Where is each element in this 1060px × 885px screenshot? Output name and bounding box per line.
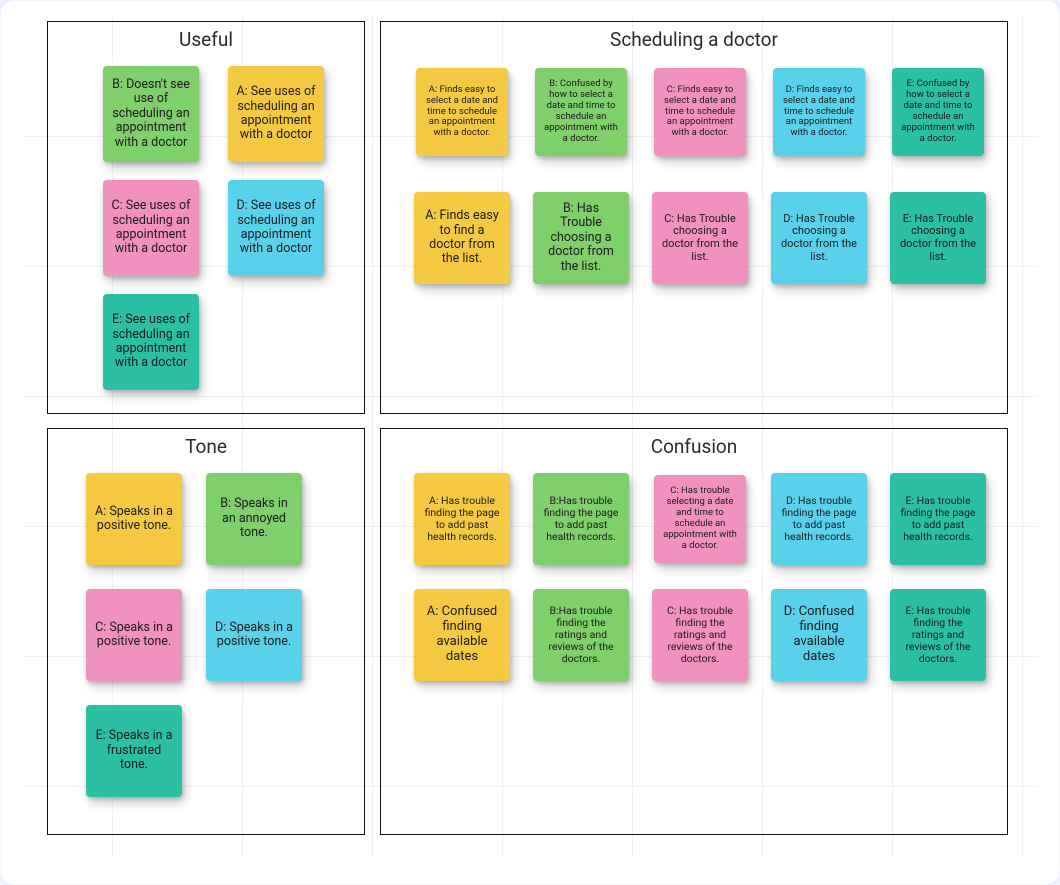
sticky-text: A: See uses of scheduling an appointment… <box>236 85 316 143</box>
sticky-useful-b[interactable]: B: Doesn't see use of scheduling an appo… <box>103 66 199 162</box>
sticky-conf-r1-d[interactable]: D: Has trouble finding the page to add p… <box>771 473 867 565</box>
sticky-sched-r1-a[interactable]: A: Finds easy to select a date and time … <box>416 68 508 156</box>
sticky-text: E: See uses of scheduling an appointment… <box>111 313 191 371</box>
sticky-text: E: Confused by how to select a date and … <box>900 79 976 145</box>
sticky-sched-r1-b[interactable]: B: Confused by how to select a date and … <box>535 68 627 156</box>
sticky-text: D: Has trouble finding the page to add p… <box>779 495 859 543</box>
sticky-text: C: Speaks in a positive tone. <box>94 621 174 650</box>
sticky-conf-r2-e[interactable]: E: Has trouble finding the ratings and r… <box>890 589 986 681</box>
sticky-text: D: Confused finding available dates <box>779 605 859 665</box>
sticky-conf-r1-b[interactable]: B:Has trouble finding the page to add pa… <box>533 473 629 565</box>
sticky-text: A: Finds easy to select a date and time … <box>424 85 500 140</box>
sticky-conf-r1-e[interactable]: E: Has trouble finding the page to add p… <box>890 473 986 565</box>
sticky-tone-e[interactable]: E: Speaks in a frustrated tone. <box>86 705 182 797</box>
sticky-tone-c[interactable]: C: Speaks in a positive tone. <box>86 589 182 681</box>
sticky-conf-r2-a[interactable]: A: Confused finding available dates <box>414 589 510 681</box>
sticky-tone-a[interactable]: A: Speaks in a positive tone. <box>86 473 182 565</box>
sticky-conf-r1-c[interactable]: C: Has trouble selecting a date and time… <box>654 475 746 563</box>
sticky-sched-r1-e[interactable]: E: Confused by how to select a date and … <box>892 68 984 156</box>
sticky-conf-r1-a[interactable]: A: Has trouble finding the page to add p… <box>414 473 510 565</box>
sticky-sched-r1-d[interactable]: D: Finds easy to select a date and time … <box>773 68 865 156</box>
group-scheduling[interactable]: Scheduling a doctor A: Finds easy to sel… <box>380 21 1008 414</box>
sticky-text: C: Has trouble finding the ratings and r… <box>660 605 740 665</box>
group-title-tone: Tone <box>48 435 364 458</box>
sticky-text: A: Speaks in a positive tone. <box>94 505 174 534</box>
group-title-useful: Useful <box>48 28 364 51</box>
sticky-text: D: Finds easy to select a date and time … <box>781 85 857 140</box>
sticky-sched-r2-d[interactable]: D: Has Trouble choosing a doctor from th… <box>771 192 867 284</box>
sticky-text: B: Confused by how to select a date and … <box>543 79 619 145</box>
sticky-text: E: Has Trouble choosing a doctor from th… <box>898 213 978 264</box>
sticky-text: A: Confused finding available dates <box>422 605 502 665</box>
sticky-text: D: Speaks in a positive tone. <box>214 621 294 650</box>
sticky-sched-r2-a[interactable]: A: Finds easy to find a doctor from the … <box>414 192 510 284</box>
group-useful[interactable]: Useful B: Doesn't see use of scheduling … <box>47 21 365 414</box>
sticky-useful-d[interactable]: D: See uses of scheduling an appointment… <box>228 180 324 276</box>
sticky-text: B: Doesn't see use of scheduling an appo… <box>111 78 191 150</box>
whiteboard-canvas[interactable]: Useful B: Doesn't see use of scheduling … <box>22 16 1038 858</box>
group-title-scheduling: Scheduling a doctor <box>381 28 1007 51</box>
sticky-text: D: See uses of scheduling an appointment… <box>236 199 316 257</box>
group-tone[interactable]: Tone A: Speaks in a positive tone. B: Sp… <box>47 428 365 835</box>
sticky-text: A: Has trouble finding the page to add p… <box>422 495 502 543</box>
sticky-text: C: Has trouble selecting a date and time… <box>662 486 738 552</box>
sticky-useful-c[interactable]: C: See uses of scheduling an appointment… <box>103 180 199 276</box>
group-title-confusion: Confusion <box>381 435 1007 458</box>
sticky-text: D: Has Trouble choosing a doctor from th… <box>779 213 859 264</box>
sticky-text: E: Speaks in a frustrated tone. <box>94 729 174 772</box>
sticky-tone-d[interactable]: D: Speaks in a positive tone. <box>206 589 302 681</box>
sticky-useful-a[interactable]: A: See uses of scheduling an appointment… <box>228 66 324 162</box>
sticky-text: B:Has trouble finding the page to add pa… <box>541 495 621 543</box>
whiteboard-frame: Useful B: Doesn't see use of scheduling … <box>0 0 1060 885</box>
sticky-conf-r2-b[interactable]: B:Has trouble finding the ratings and re… <box>533 589 629 681</box>
sticky-sched-r2-c[interactable]: C: Has Trouble choosing a doctor from th… <box>652 192 748 284</box>
sticky-tone-b[interactable]: B: Speaks in an annoyed tone. <box>206 473 302 565</box>
sticky-text: C: Finds easy to select a date and time … <box>662 85 738 140</box>
sticky-conf-r2-c[interactable]: C: Has trouble finding the ratings and r… <box>652 589 748 681</box>
sticky-sched-r2-e[interactable]: E: Has Trouble choosing a doctor from th… <box>890 192 986 284</box>
sticky-text: E: Has trouble finding the ratings and r… <box>898 605 978 665</box>
sticky-text: A: Finds easy to find a doctor from the … <box>422 209 502 267</box>
sticky-text: B: Speaks in an annoyed tone. <box>214 497 294 540</box>
sticky-text: C: See uses of scheduling an appointment… <box>111 199 191 257</box>
sticky-sched-r2-b[interactable]: B: Has Trouble choosing a doctor from th… <box>533 192 629 284</box>
sticky-text: B: Has Trouble choosing a doctor from th… <box>541 202 621 274</box>
sticky-sched-r1-c[interactable]: C: Finds easy to select a date and time … <box>654 68 746 156</box>
sticky-text: B:Has trouble finding the ratings and re… <box>541 605 621 665</box>
sticky-conf-r2-d[interactable]: D: Confused finding available dates <box>771 589 867 681</box>
sticky-text: E: Has trouble finding the page to add p… <box>898 495 978 543</box>
group-confusion[interactable]: Confusion A: Has trouble finding the pag… <box>380 428 1008 835</box>
sticky-useful-e[interactable]: E: See uses of scheduling an appointment… <box>103 294 199 390</box>
sticky-text: C: Has Trouble choosing a doctor from th… <box>660 213 740 264</box>
